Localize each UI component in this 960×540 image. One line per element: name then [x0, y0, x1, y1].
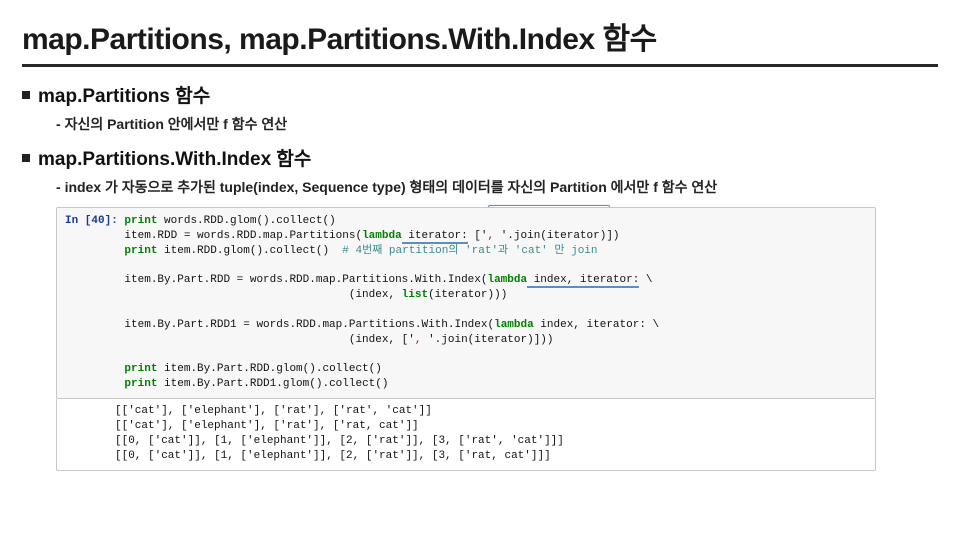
code-text: item.By.Part.RDD = words.RDD.map.Partiti…	[124, 274, 487, 286]
code-text: words.RDD.glom().collect()	[157, 215, 335, 227]
iterator-highlight: iterator:	[402, 230, 468, 244]
bullet-icon	[22, 154, 30, 162]
section2-sub: index 가 자동으로 추가된 tuple(index, Sequence t…	[56, 177, 938, 197]
title-divider	[22, 64, 938, 67]
code-text: '.join(iterator)])	[501, 230, 620, 242]
code-text: item.By.Part.RDD1.glom().collect()	[157, 378, 388, 390]
code-cell: In [40]: print words.RDD.glom().collect(…	[56, 207, 876, 399]
section1-sub: 자신의 Partition 안에서만 f 함수 연산	[56, 114, 938, 134]
str-literal: ,	[488, 230, 501, 242]
index-iterator-highlight: index, iterator:	[527, 274, 639, 288]
code-text: \	[639, 274, 652, 286]
code-wrapper: sequence 타입의 객체 int, sequence 타입 In [40]…	[56, 207, 876, 471]
code-text: item.By.Part.RDD1 = words.RDD.map.Partit…	[124, 319, 494, 331]
section1-heading: map.Partitions 함수	[22, 81, 938, 108]
code-text: item.RDD.glom().collect()	[157, 245, 342, 257]
kw-list: list	[402, 289, 428, 301]
kw-print: print	[124, 378, 157, 390]
code-comment: # 4번째 partition의 'rat'과 'cat' 만 join	[342, 245, 597, 257]
kw-print: print	[124, 363, 157, 375]
code-text: ['	[468, 230, 488, 242]
kw-lambda: lambda	[487, 274, 527, 286]
section1-heading-text: map.Partitions 함수	[38, 81, 210, 108]
code-text: (index,	[124, 289, 401, 301]
kw-lambda: lambda	[362, 230, 402, 242]
bullet-icon	[22, 91, 30, 99]
slide-root: map.Partitions, map.Partitions.With.Inde…	[0, 0, 960, 471]
code-text: '.join(iterator)]))	[428, 334, 553, 346]
output-line: [[0, ['cat']], [1, ['elephant']], [2, ['…	[115, 435, 564, 447]
kw-lambda: lambda	[494, 319, 534, 331]
output-line: [[0, ['cat']], [1, ['elephant']], [2, ['…	[115, 450, 551, 462]
code-text: (index, ['	[124, 334, 414, 346]
kw-print: print	[124, 245, 157, 257]
str-literal: ,	[415, 334, 428, 346]
code-text: index, iterator: \	[534, 319, 659, 331]
code-text: item.RDD = words.RDD.map.Partitions(	[124, 230, 362, 242]
code-text: item.By.Part.RDD.glom().collect()	[157, 363, 381, 375]
section2-heading-text: map.Partitions.With.Index 함수	[38, 144, 311, 171]
output-line: [['cat'], ['elephant'], ['rat'], ['rat',…	[115, 405, 432, 417]
code-text: (iterator)))	[428, 289, 507, 301]
jupyter-prompt: In [40]:	[65, 215, 118, 227]
section2-heading: map.Partitions.With.Index 함수	[22, 144, 938, 171]
page-title: map.Partitions, map.Partitions.With.Inde…	[22, 14, 938, 58]
output-cell: [['cat'], ['elephant'], ['rat'], ['rat',…	[56, 399, 876, 470]
output-line: [['cat'], ['elephant'], ['rat'], ['rat, …	[115, 420, 419, 432]
kw-print: print	[124, 215, 157, 227]
